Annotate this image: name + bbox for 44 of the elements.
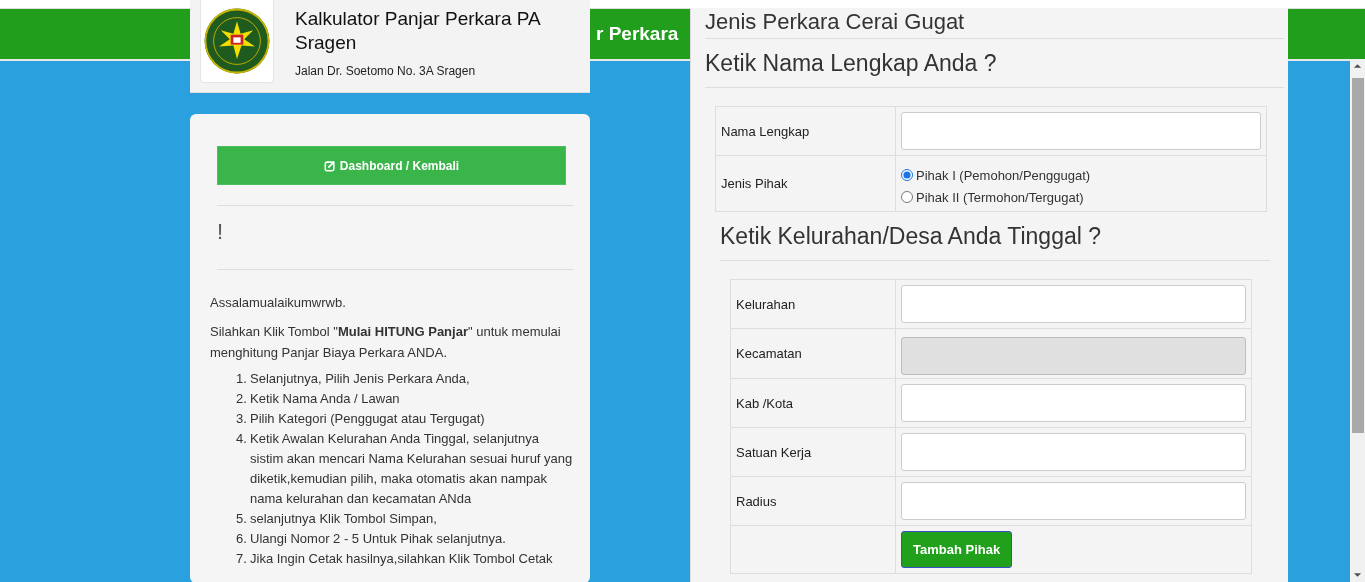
dashboard-button[interactable]: Dashboard / Kembali xyxy=(217,146,566,185)
step-text: Pilih Kategori (Penggugat atau Tergugat) xyxy=(250,410,486,428)
case-heading: Jenis Perkara Cerai Gugat xyxy=(705,8,1284,39)
step-number: 6. xyxy=(236,530,248,548)
input-field[interactable] xyxy=(901,482,1246,520)
field-label: Nama Lengkap xyxy=(721,123,811,139)
radio-button[interactable] xyxy=(901,169,913,181)
radio-button[interactable] xyxy=(901,191,913,203)
step-number: 4. xyxy=(236,430,248,448)
step-number: 1. xyxy=(236,370,248,388)
field-label: Kelurahan xyxy=(736,296,797,312)
step-text: Jika Ingin Cetak hasilnya,silahkan Klik Tombol Cetak xyxy=(250,550,554,568)
field-label: Jenis Pihak xyxy=(721,176,789,191)
greeting-text: Assalamualaikumwrwb. xyxy=(210,294,347,312)
intro-text: Silahkan Klik Tombol "Mulai HITUNG Panjar" untuk memulai menghitung Panjar Biaya Perkara ANDA. xyxy=(210,323,562,362)
input-field[interactable] xyxy=(901,112,1261,150)
scrollbar[interactable] xyxy=(1350,59,1365,582)
step-number: 2. xyxy=(236,390,248,408)
step-text: Ketik Nama Anda / Lawan xyxy=(250,390,401,408)
site-title: r Perkara xyxy=(596,23,679,45)
step-number: 5. xyxy=(236,510,248,528)
field-label: Kecamatan xyxy=(736,346,803,361)
section-heading: Ketik Nama Lengkap Anda ? xyxy=(705,39,1284,88)
input-field[interactable] xyxy=(901,384,1246,422)
step-text: selanjutnya Klik Tombol Simpan, xyxy=(250,510,438,528)
notice-text: ! xyxy=(217,219,225,246)
address-text: Jalan Dr. Soetomo No. 3A Sragen xyxy=(295,64,477,78)
app-title: Kalkulator Panjar Perkara PA Sragen xyxy=(295,7,542,55)
add-party-button[interactable]: Tambah Pihak xyxy=(901,531,1013,568)
input-field[interactable] xyxy=(901,285,1246,323)
step-text: Ulangi Nomor 2 - 5 Untuk Pihak selanjutnya. xyxy=(250,530,507,548)
edit-icon xyxy=(323,159,336,172)
field-label: Radius xyxy=(736,493,778,509)
step-number: 3. xyxy=(236,410,248,428)
step-text: Selanjutnya, Pilih Jenis Perkara Anda, xyxy=(250,370,471,388)
radio-label: Pihak II (Termohon/Tergugat) xyxy=(916,189,1084,205)
section-heading: Ketik Kelurahan/Desa Anda Tinggal ? xyxy=(720,212,1270,261)
input-field[interactable] xyxy=(901,433,1246,471)
field-label: Satuan Kerja xyxy=(736,444,813,460)
field-label: Kab /Kota xyxy=(736,395,795,411)
step-number: 7. xyxy=(236,550,248,568)
scroll-down-icon[interactable] xyxy=(1353,571,1362,579)
scrollbar-thumb[interactable] xyxy=(1351,78,1364,433)
radio-label: Pihak I (Pemohon/Penggugat) xyxy=(916,167,1091,183)
